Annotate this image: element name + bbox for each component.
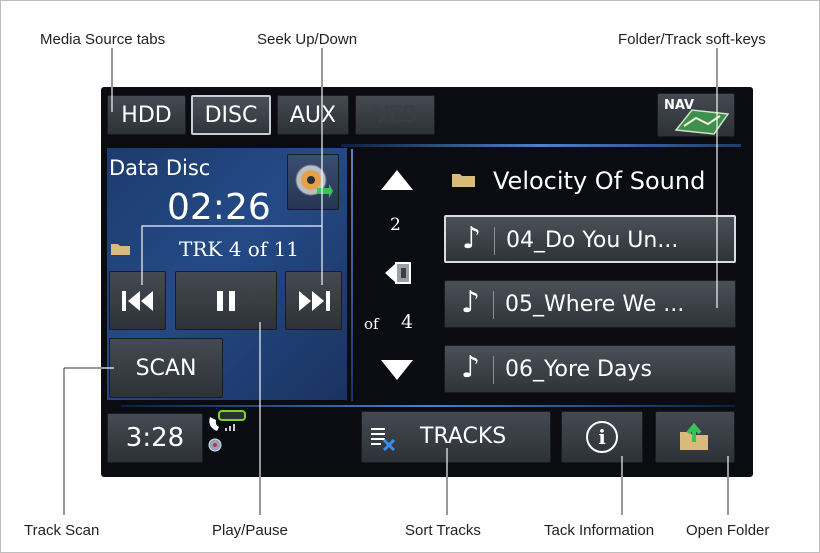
source-label: Data Disc — [109, 156, 211, 180]
play-pause-button[interactable] — [175, 271, 277, 330]
folder-icon — [111, 244, 130, 255]
seek-down-button[interactable] — [109, 271, 166, 330]
tracks-label: TRACKS — [420, 424, 507, 449]
track-counter: TRK 4 of 11 — [179, 237, 300, 261]
footer-divider — [121, 405, 735, 407]
info-icon: i — [586, 421, 618, 453]
skip-back-icon — [121, 290, 153, 311]
track-name: 06_Yore Days — [505, 357, 652, 382]
callout-open-folder: Open Folder — [686, 522, 770, 539]
page-of-label: of — [364, 315, 379, 333]
callout-play-pause: Play/Pause — [212, 522, 288, 539]
music-note-icon: ♪ — [461, 285, 481, 320]
track-info-button[interactable]: i — [561, 411, 643, 463]
skip-forward-icon — [298, 290, 330, 311]
music-note-icon: ♪ — [461, 350, 481, 385]
elapsed-time: 02:26 — [167, 187, 271, 228]
phone-signal-icon — [208, 410, 246, 452]
page-up-icon[interactable] — [380, 169, 414, 191]
map-icon — [674, 109, 730, 135]
nav-button[interactable]: NAV — [657, 93, 735, 137]
page-down-icon[interactable] — [380, 359, 414, 381]
track-name: 04_Do You Un... — [506, 228, 679, 253]
clock-display: 3:28 — [107, 413, 203, 463]
callout-track-scan: Track Scan — [24, 522, 100, 539]
disc-icon — [295, 164, 333, 198]
track-name: 05_Where We ... — [505, 292, 685, 317]
track-item-3[interactable]: ♪ 06_Yore Days — [444, 345, 736, 393]
page-total: 4 — [401, 311, 414, 333]
disc-eject-button[interactable] — [287, 154, 339, 210]
track-item-1[interactable]: ♪ 04_Do You Un... — [444, 215, 736, 263]
callout-track-information: Tack Information — [544, 522, 655, 539]
track-item-2[interactable]: ♪ 05_Where We ... — [444, 280, 736, 328]
header-divider — [341, 144, 741, 147]
tab-ves[interactable]: VES — [355, 95, 435, 135]
sort-icon — [371, 428, 396, 451]
tab-aux[interactable]: AUX — [277, 95, 349, 135]
callout-sort-tracks: Sort Tracks — [405, 522, 481, 539]
callout-media-source-tabs: Media Source tabs — [40, 31, 166, 48]
folder-back-icon[interactable] — [383, 260, 413, 286]
folder-icon — [452, 174, 475, 187]
callout-folder-track-softkeys: Folder/Track soft-keys — [618, 31, 766, 48]
pause-icon — [217, 290, 235, 311]
scan-button[interactable]: SCAN — [109, 338, 223, 398]
svg-text:i: i — [598, 425, 606, 449]
panel-divider — [351, 149, 353, 401]
page-current: 2 — [390, 215, 401, 235]
open-folder-button[interactable] — [655, 411, 735, 463]
tab-disc[interactable]: DISC — [191, 95, 271, 135]
head-unit-screen: HDD DISC AUX VES NAV Data Disc 02:26 TRK… — [101, 87, 753, 477]
open-folder-icon — [680, 422, 708, 450]
sort-tracks-button[interactable]: TRACKS — [361, 411, 551, 463]
callout-seek-up-down: Seek Up/Down — [257, 31, 358, 48]
tab-hdd[interactable]: HDD — [107, 95, 186, 135]
seek-up-button[interactable] — [285, 271, 342, 330]
music-note-icon: ♪ — [462, 221, 482, 256]
folder-name: Velocity Of Sound — [493, 167, 706, 195]
